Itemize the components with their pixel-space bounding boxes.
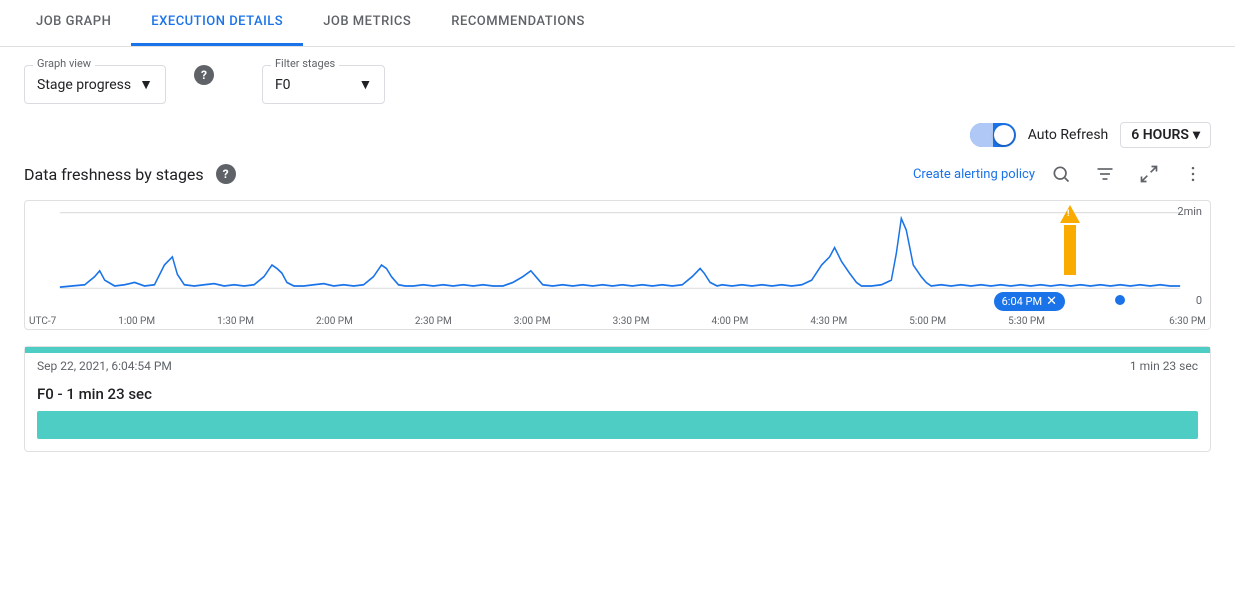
chart-y-top-label: 2min [1177,205,1202,218]
graph-view-label: Graph view [33,57,95,70]
auto-refresh-row: Auto Refresh 6 HOURS ▾ [0,114,1235,156]
bottom-timestamp: Sep 22, 2021, 6:04:54 PM [37,359,172,373]
x-label-230pm: 2:30 PM [415,316,452,327]
filter-stages-label: Filter stages [271,57,339,70]
bottom-bar-container [25,407,1210,451]
create-alert-link[interactable]: Create alerting policy [913,167,1035,182]
tab-execution-details[interactable]: EXECUTION DETAILS [131,0,303,46]
x-label-330pm: 3:30 PM [613,316,650,327]
chart-more-button[interactable] [1175,156,1211,192]
graph-view-help-icon[interactable]: ? [194,65,214,85]
hours-dropdown-button[interactable]: 6 HOURS ▾ [1120,122,1211,148]
chart-y-bottom-label: 0 [1196,294,1202,307]
time-chip-label: 6:04 PM [1002,295,1042,308]
bottom-bar [37,411,1198,439]
chart-header: Data freshness by stages ? Create alerti… [24,156,1211,192]
hours-chevron-icon: ▾ [1193,127,1200,143]
chart-fullscreen-button[interactable] [1131,156,1167,192]
bottom-duration: 1 min 23 sec [1130,359,1198,373]
tab-job-graph[interactable]: JOB GRAPH [16,0,131,46]
chart-search-button[interactable] [1043,156,1079,192]
x-label-630pm: 6:30 PM [1169,316,1206,327]
x-label-2pm: 2:00 PM [316,316,353,327]
chart-x-labels: UTC-7 1:00 PM 1:30 PM 2:00 PM 2:30 PM 3:… [25,316,1210,327]
x-label-3pm: 3:00 PM [514,316,551,327]
x-label-430pm: 4:30 PM [810,316,847,327]
controls-row: Graph view Stage progress ▼ ? Filter sta… [0,47,1235,114]
x-label-530pm: 5:30 PM [1008,316,1045,327]
chart-current-dot [1115,295,1125,305]
time-chip-close-icon[interactable]: ✕ [1046,294,1057,309]
bottom-info-row: Sep 22, 2021, 6:04:54 PM 1 min 23 sec [25,353,1210,379]
filter-stages-dropdown-icon: ▼ [359,76,373,93]
x-label-4pm: 4:00 PM [712,316,749,327]
warning-bar [1064,225,1076,275]
tab-recommendations[interactable]: RECOMMENDATIONS [431,0,605,46]
tab-job-metrics[interactable]: JOB METRICS [303,0,431,46]
chart-container[interactable]: ! 2min 0 6:04 PM ✕ UTC-7 1:00 PM 1:30 PM… [24,200,1211,330]
time-marker-group: 6:04 PM ✕ [994,292,1065,311]
auto-refresh-label: Auto Refresh [1028,127,1109,143]
warning-triangle-icon: ! [1060,205,1080,223]
tabs-bar: JOB GRAPH EXECUTION DETAILS JOB METRICS … [0,0,1235,47]
chart-actions: Create alerting policy [913,156,1211,192]
chart-section: Data freshness by stages ? Create alerti… [0,156,1235,330]
graph-view-value: Stage progress [37,77,131,93]
filter-stages-field: Filter stages F0 ▼ [262,65,385,104]
graph-view-select[interactable]: Stage progress ▼ [25,66,165,103]
bottom-section: Sep 22, 2021, 6:04:54 PM 1 min 23 sec F0… [24,346,1211,452]
auto-refresh-toggle[interactable] [970,123,1016,147]
filter-stages-select[interactable]: F0 ▼ [263,66,384,103]
chart-filter-button[interactable] [1087,156,1123,192]
x-label-1pm: 1:00 PM [118,316,155,327]
bottom-stage-label: F0 - 1 min 23 sec [25,379,1210,407]
chart-title: Data freshness by stages [24,165,204,184]
graph-view-field: Graph view Stage progress ▼ [24,65,166,104]
filter-stages-value: F0 [275,77,291,93]
graph-view-dropdown-icon: ▼ [139,76,153,93]
hours-label: 6 HOURS [1131,127,1189,143]
time-chip[interactable]: 6:04 PM ✕ [994,292,1065,311]
x-label-utc: UTC-7 [29,316,56,327]
warning-tooltip: ! [1060,205,1080,275]
chart-title-group: Data freshness by stages ? [24,164,236,184]
x-label-130pm: 1:30 PM [217,316,254,327]
chart-help-icon[interactable]: ? [216,164,236,184]
x-label-5pm: 5:00 PM [909,316,946,327]
